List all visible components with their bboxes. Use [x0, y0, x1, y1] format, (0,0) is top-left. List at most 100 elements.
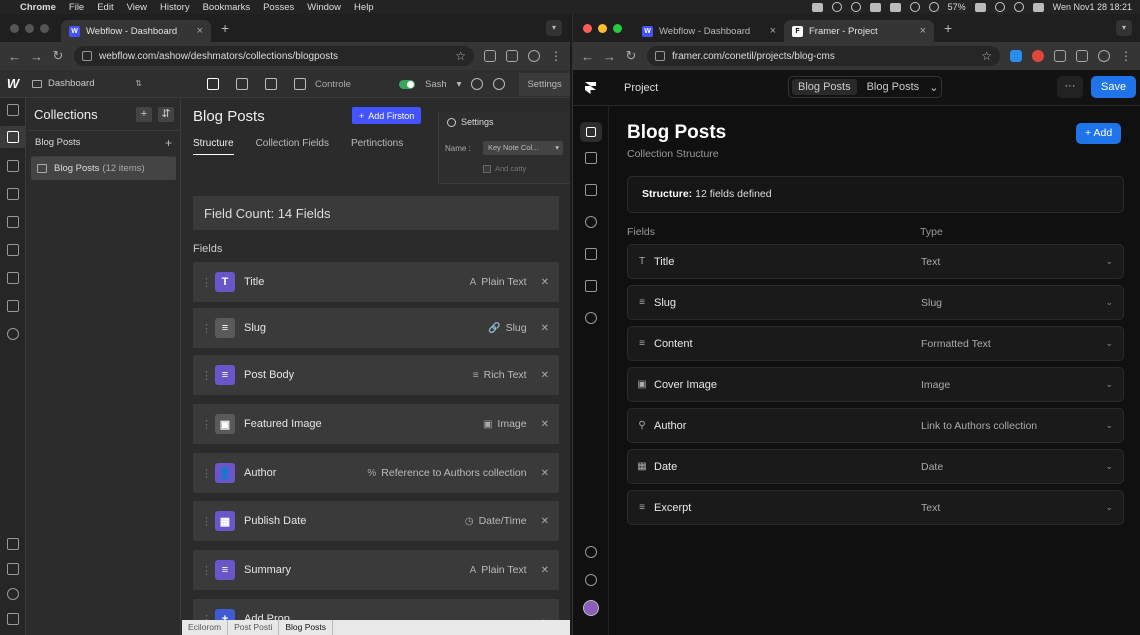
trash-icon[interactable] — [265, 78, 277, 90]
pages-icon[interactable] — [7, 104, 19, 116]
status-icon[interactable] — [869, 2, 881, 12]
menubar-clock[interactable]: Wen Nov1 28 18:21 — [1053, 2, 1132, 12]
field-row[interactable]: ⋮⋮ 👤 Author % Reference to Authors collec… — [193, 453, 559, 493]
reading-list-icon[interactable] — [1076, 50, 1088, 62]
settings-tab[interactable]: Settings — [519, 72, 570, 96]
chevron-down-icon[interactable]: ⌄ — [929, 81, 938, 94]
cms-icon[interactable] — [236, 78, 248, 90]
chevron-down-icon[interactable]: ⌄ — [1105, 420, 1113, 431]
field-row[interactable]: ⋮⋮ ≡ Summary A Plain Text ✕ — [193, 550, 559, 590]
cms-icon[interactable] — [580, 122, 602, 142]
mode-toggle[interactable] — [399, 79, 415, 89]
site-info-icon[interactable] — [82, 51, 92, 61]
clock-status-icon[interactable] — [850, 2, 861, 12]
settings-checkbox[interactable]: And catty — [483, 164, 526, 173]
control-center-icon[interactable] — [1032, 2, 1044, 12]
chat-icon[interactable] — [889, 2, 901, 12]
drag-handle-icon[interactable]: ⋮⋮ — [201, 515, 221, 528]
list-icon[interactable] — [585, 184, 597, 196]
dashboard-switcher[interactable]: Dashboard ⇅ — [32, 78, 142, 89]
tab-structure[interactable]: Structure — [193, 138, 234, 155]
forward-arrow-icon[interactable]: → — [30, 49, 43, 64]
extension-blue-icon[interactable] — [1010, 50, 1022, 62]
layers-icon[interactable] — [585, 248, 597, 260]
chevron-down-icon[interactable]: ⌄ — [1105, 256, 1113, 267]
brush-icon[interactable] — [7, 244, 19, 256]
breadcrumb-item[interactable]: Ecilorom — [182, 620, 229, 635]
profile-icon[interactable] — [1098, 50, 1110, 62]
battery-icon[interactable] — [974, 2, 986, 12]
browser-tab-webflow[interactable]: W Webflow - Dashboard × — [634, 20, 784, 42]
field-row[interactable]: ≡ Slug Slug ⌄ — [627, 285, 1124, 320]
sort-icon[interactable] — [7, 160, 19, 172]
video-icon[interactable] — [7, 613, 19, 625]
field-row[interactable]: ▦ Date Date ⌄ — [627, 449, 1124, 484]
remove-field-icon[interactable]: ✕ — [541, 370, 549, 381]
checkbox-box[interactable] — [483, 164, 491, 173]
drag-handle-icon[interactable]: ⋮⋮ — [201, 369, 221, 382]
framer-logo-icon[interactable] — [585, 82, 596, 94]
more-options-button[interactable]: ··· — [1057, 76, 1083, 98]
settings-gear-icon[interactable] — [585, 312, 597, 324]
database-icon[interactable] — [7, 188, 19, 200]
status-icon[interactable] — [811, 2, 823, 12]
layout-icon[interactable] — [207, 78, 219, 90]
drag-handle-icon[interactable]: ⋮⋮ — [201, 564, 221, 577]
list-icon[interactable] — [7, 300, 19, 312]
remove-field-icon[interactable]: ✕ — [541, 468, 549, 479]
menu-help[interactable]: Help — [354, 2, 374, 13]
menu-view[interactable]: View — [127, 2, 147, 13]
gear-icon[interactable] — [471, 78, 484, 90]
chevron-down-icon[interactable]: ⌄ — [1105, 461, 1113, 472]
name-select[interactable]: Key Note Col... — [483, 141, 563, 155]
field-row[interactable]: ⋮⋮ ▦ Publish Date ◷ Date/Time ✕ — [193, 501, 559, 541]
field-row[interactable]: ⋮⋮ T Title A Plain Text ✕ — [193, 262, 559, 302]
collection-switch-item[interactable]: Blog Posts — [792, 79, 857, 95]
field-row[interactable]: ≡ Excerpt Text ⌄ — [627, 490, 1124, 525]
field-row[interactable]: ⋮⋮ ▣ Featured Image ▣ Image ✕ — [193, 404, 559, 444]
breadcrumb-current[interactable]: Blog Posts — [279, 620, 333, 635]
drag-handle-icon[interactable]: ⋮⋮ — [201, 467, 221, 480]
search-icon[interactable] — [7, 588, 19, 600]
menu-edit[interactable]: Edit — [97, 2, 113, 13]
search-icon[interactable] — [1013, 2, 1024, 12]
back-arrow-icon[interactable]: ← — [8, 49, 21, 64]
mode-label[interactable]: Sash — [425, 79, 447, 90]
field-row[interactable]: ≡ Content Formatted Text ⌄ — [627, 326, 1124, 361]
avatar[interactable] — [583, 600, 599, 616]
drag-handle-icon[interactable]: ⋮⋮ — [201, 276, 221, 289]
collection-dropdown[interactable]: Blog Posts — [861, 79, 926, 95]
new-tab-icon[interactable]: + — [944, 20, 952, 36]
menu-file[interactable]: File — [69, 2, 84, 13]
webflow-logo-icon[interactable]: W — [0, 76, 26, 91]
bluetooth-icon[interactable] — [909, 2, 920, 12]
help-circle-icon[interactable] — [493, 78, 506, 90]
collection-item[interactable]: Blog Posts + — [27, 130, 180, 154]
chevron-down-icon[interactable]: ⌄ — [1105, 379, 1113, 390]
focus-icon[interactable] — [928, 2, 939, 12]
profile-icon[interactable] — [528, 50, 540, 62]
remove-field-icon[interactable]: ✕ — [541, 516, 549, 527]
bookmark-star-icon[interactable]: ☆ — [455, 49, 466, 63]
window-controls[interactable] — [10, 23, 49, 33]
window-controls[interactable] — [583, 23, 622, 33]
browser-tab-webflow[interactable]: W Webflow - Dashboard × — [61, 20, 211, 42]
extensions-icon[interactable] — [484, 50, 496, 62]
remove-field-icon[interactable]: ✕ — [541, 277, 549, 288]
close-tab-icon[interactable]: × — [920, 25, 926, 37]
more-menu-icon[interactable]: ⋮ — [550, 49, 562, 63]
reload-icon[interactable]: ↻ — [625, 48, 637, 64]
menu-window[interactable]: Window — [307, 2, 341, 13]
new-tab-icon[interactable]: + — [221, 20, 229, 36]
reading-list-icon[interactable] — [506, 50, 518, 62]
url-field[interactable]: framer.com/conetil/projects/blog-cms ☆ — [647, 46, 1000, 66]
chevron-down-icon[interactable]: ⌄ — [1105, 502, 1113, 513]
drag-handle-icon[interactable]: ⋮⋮ — [201, 322, 221, 335]
forward-arrow-icon[interactable]: → — [603, 49, 616, 64]
close-tab-icon[interactable]: × — [197, 25, 203, 37]
wifi-icon[interactable] — [994, 2, 1005, 12]
remove-field-icon[interactable]: ✕ — [541, 323, 549, 334]
add-field-button[interactable]: + Add — [1076, 123, 1122, 144]
site-info-icon[interactable] — [655, 51, 665, 61]
close-tab-icon[interactable]: × — [770, 25, 776, 37]
